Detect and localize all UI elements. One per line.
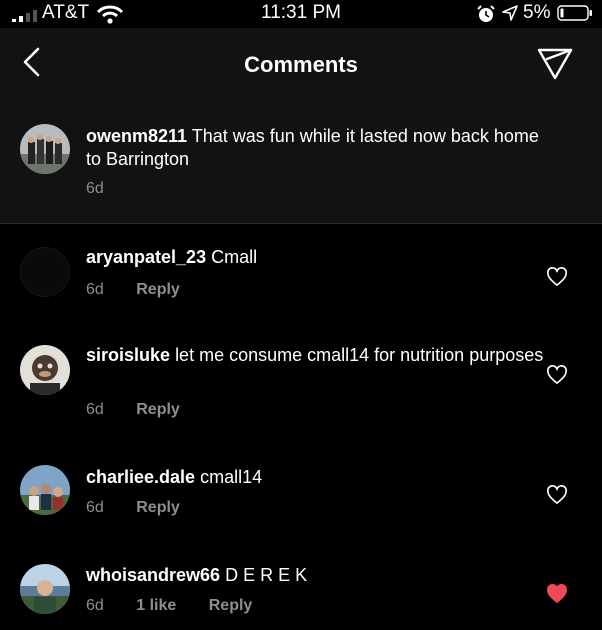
avatar[interactable] bbox=[20, 345, 70, 395]
reply-button[interactable]: Reply bbox=[209, 597, 253, 614]
avatar[interactable] bbox=[20, 124, 70, 174]
heart-icon[interactable] bbox=[546, 267, 568, 287]
comment-age: 6d bbox=[86, 499, 104, 516]
comment-meta: 6d Reply bbox=[86, 281, 208, 299]
post-caption: owenm8211 That was fun while it lasted n… bbox=[0, 100, 602, 224]
comment-age: 6d bbox=[86, 401, 104, 418]
comment-text: D E R E K bbox=[225, 565, 308, 585]
heart-icon[interactable] bbox=[546, 365, 568, 385]
heart-icon[interactable] bbox=[546, 485, 568, 505]
caption-username[interactable]: owenm8211 bbox=[86, 126, 187, 146]
likes-count-link[interactable]: 1 like bbox=[136, 597, 176, 614]
comment-age: 6d bbox=[86, 597, 104, 614]
comment-text-block: charliee.dale cmall14 bbox=[86, 466, 556, 489]
avatar-photo bbox=[20, 124, 70, 174]
comment-text-block: whoisandrew66 D E R E K bbox=[86, 564, 556, 587]
battery-percent: 5% bbox=[523, 2, 551, 23]
comment-username[interactable]: whoisandrew66 bbox=[86, 565, 220, 585]
comment-text: Cmall bbox=[211, 247, 258, 267]
caption-text-block: owenm8211 That was fun while it lasted n… bbox=[86, 125, 556, 171]
comment-text-block: siroisluke let me consume cmall14 for nu… bbox=[86, 344, 556, 367]
comment-text: let me consume cmall14 for nutrition pur… bbox=[175, 345, 544, 365]
caption-meta: 6d bbox=[86, 180, 132, 198]
comment-text: cmall14 bbox=[200, 467, 263, 487]
paper-plane-icon[interactable] bbox=[534, 42, 576, 82]
comment-meta: 6d Reply bbox=[86, 401, 208, 419]
battery-icon bbox=[557, 5, 592, 21]
status-bar: AT&T 11:31 PM 5% bbox=[0, 0, 602, 28]
reply-button[interactable]: Reply bbox=[136, 401, 180, 418]
avatar[interactable] bbox=[20, 564, 70, 614]
avatar-photo bbox=[20, 564, 70, 614]
avatar-photo bbox=[20, 345, 70, 395]
comments-header: Comments bbox=[0, 28, 602, 101]
avatar[interactable] bbox=[20, 465, 70, 515]
avatar[interactable] bbox=[20, 247, 70, 297]
comment-meta: 6d 1 like Reply bbox=[86, 597, 280, 615]
heart-filled-icon[interactable] bbox=[546, 584, 568, 604]
alarm-icon bbox=[477, 5, 495, 22]
comment-username[interactable]: charliee.dale bbox=[86, 467, 195, 487]
caption-age: 6d bbox=[86, 180, 104, 197]
comment-age: 6d bbox=[86, 281, 104, 298]
comment-username[interactable]: aryanpatel_23 bbox=[86, 247, 206, 267]
reply-button[interactable]: Reply bbox=[136, 281, 180, 298]
comment-meta: 6d Reply bbox=[86, 499, 208, 517]
avatar-photo bbox=[20, 465, 70, 515]
comment-text-block: aryanpatel_23 Cmall bbox=[86, 246, 556, 269]
page-title: Comments bbox=[244, 52, 358, 77]
reply-button[interactable]: Reply bbox=[136, 499, 180, 516]
comment-username[interactable]: siroisluke bbox=[86, 345, 170, 365]
location-arrow-icon bbox=[502, 5, 518, 21]
